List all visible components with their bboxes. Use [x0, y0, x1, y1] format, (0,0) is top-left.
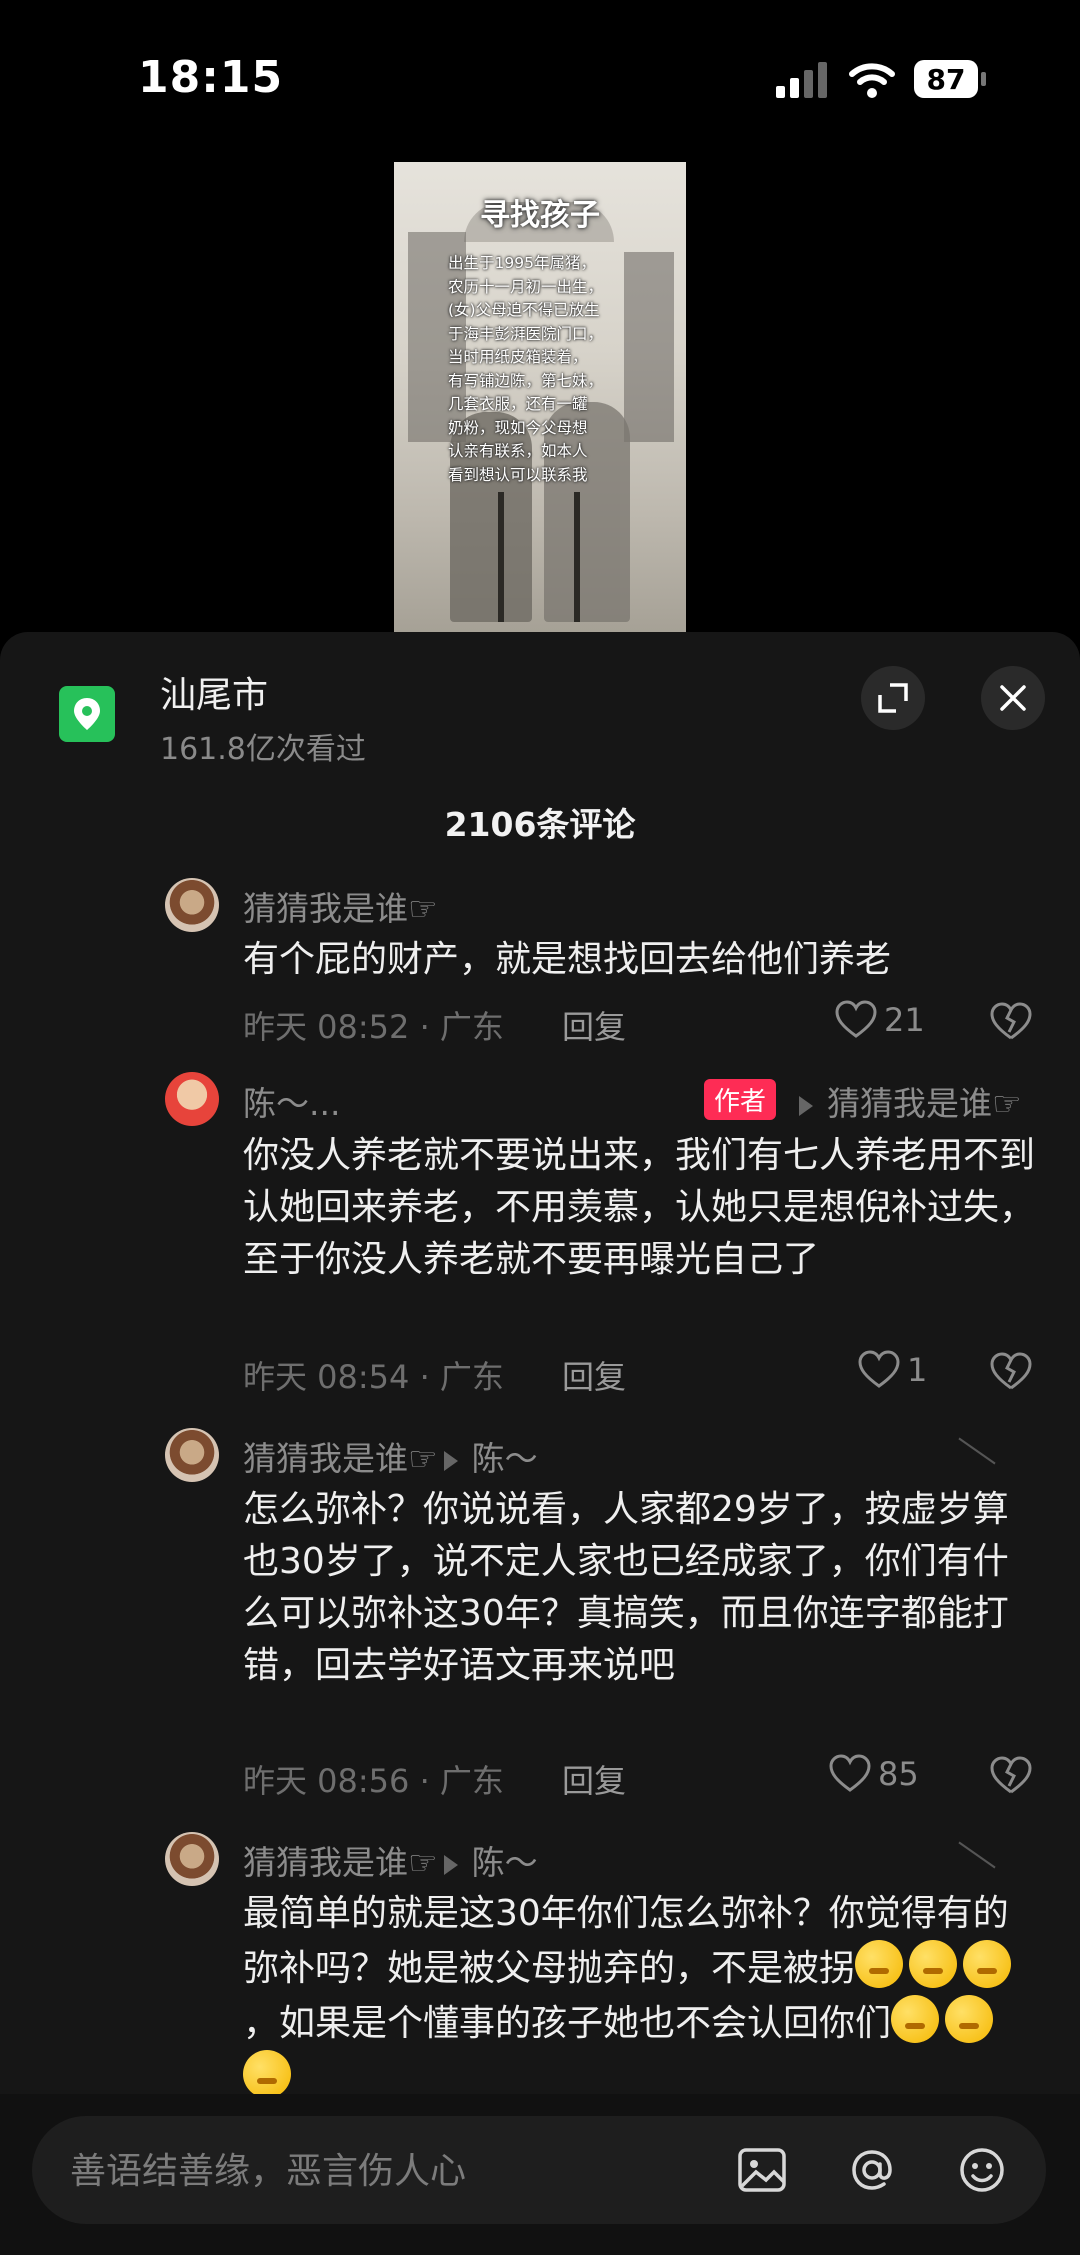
avatar[interactable]: [165, 1072, 219, 1126]
comment-text: 有个屁的财产，就是想找回去给他们养老: [243, 939, 892, 980]
reply-button[interactable]: 回复: [562, 1352, 626, 1398]
video-poster[interactable]: 寻找孩子 出生于1995年属猪， 农历十一月初一出生， (女)父母迫不得已放生 …: [394, 162, 686, 632]
username-text: 猜猜我是谁☞: [243, 1843, 438, 1882]
comment-input-container[interactable]: [32, 2116, 1046, 2224]
comment-text: 怎么弥补？你说说看，人家都29岁了，按虚岁算也30岁了，说不定人家也已经成家了，…: [243, 1489, 1009, 1686]
dislike-icon[interactable]: [989, 1352, 1033, 1392]
comment-username[interactable]: 陈～...: [243, 1077, 340, 1125]
comment-text: 你没人养老就不要说出来，我们有七人养老用不到认她回来养老，不用羡慕，认她只是想倪…: [243, 1135, 1036, 1280]
reply-to-name: 陈～: [471, 1439, 538, 1478]
poster-title: 寻找孩子: [480, 198, 600, 233]
heart-icon: [835, 1000, 877, 1038]
reply-arrow-icon: [799, 1095, 813, 1116]
divider-mark: [958, 1841, 996, 1869]
sleepy-emoji-icon: [909, 1940, 958, 1988]
comment-meta: 昨天 08:54 · 广东: [243, 1358, 504, 1396]
poster-text: 出生于1995年属猪， 农历十一月初一出生， (女)父母迫不得已放生 于海丰彭湃…: [448, 254, 604, 484]
heart-icon: [858, 1350, 900, 1388]
sleepy-emoji-icon: [243, 2050, 291, 2098]
battery-level: 87: [914, 60, 978, 98]
expand-icon: [878, 683, 908, 713]
image-icon[interactable]: [734, 2142, 790, 2198]
username-text: 猜猜我是谁☞: [243, 1439, 438, 1478]
close-button[interactable]: [981, 666, 1045, 730]
reply-to-name: 猜猜我是谁☞: [827, 1084, 1022, 1123]
reply-to-target[interactable]: 猜猜我是谁☞: [793, 1077, 1022, 1125]
avatar[interactable]: [165, 878, 219, 932]
like-button[interactable]: 21: [834, 1000, 925, 1040]
sleepy-emoji-icon: [945, 1995, 994, 2043]
location-pin-icon: [59, 686, 115, 742]
location-views: 161.8亿次看过: [160, 732, 366, 767]
status-time: 18:15: [138, 52, 284, 103]
comment-text: 最简单的就是这30年你们怎么弥补？你觉得有的弥补吗？她是被父母抛弃的，不是被拐，…: [243, 1888, 1043, 2105]
comment-text-part: ，如果是个懂事的孩子她也不会认回你们: [243, 2003, 892, 2044]
expand-button[interactable]: [861, 666, 925, 730]
comment-count: 2106条评论: [444, 805, 636, 844]
divider-mark: [958, 1437, 996, 1465]
emoji-icon[interactable]: [954, 2142, 1010, 2198]
dislike-icon[interactable]: [989, 1756, 1033, 1796]
location-title[interactable]: 汕尾市: [160, 666, 268, 718]
avatar[interactable]: [165, 1428, 219, 1482]
heart-icon: [829, 1754, 871, 1792]
sleepy-emoji-icon: [855, 1940, 904, 1988]
comment-meta: 昨天 08:56 · 广东: [243, 1762, 504, 1800]
at-mention-icon[interactable]: [844, 2142, 900, 2198]
comment-username[interactable]: 猜猜我是谁☞ 陈～: [243, 1432, 538, 1480]
reply-arrow-icon: [443, 1854, 458, 1875]
reply-button[interactable]: 回复: [562, 1756, 626, 1802]
like-count: 85: [878, 1755, 919, 1793]
comment-input-bar: [0, 2094, 1080, 2255]
avatar[interactable]: [165, 1832, 219, 1886]
status-bar: 18:15 87: [0, 0, 1080, 160]
cellular-signal-icon: [776, 62, 827, 98]
author-badge: 作者: [704, 1079, 777, 1120]
comment-username[interactable]: 猜猜我是谁☞ 陈～: [243, 1836, 538, 1884]
sleepy-emoji-icon: [891, 1995, 940, 2043]
like-count: 21: [884, 1001, 925, 1039]
comment-username[interactable]: 猜猜我是谁☞: [243, 882, 438, 930]
battery-indicator: 87: [914, 60, 988, 100]
reply-to-name: 陈～: [471, 1843, 538, 1882]
dislike-icon[interactable]: [989, 1002, 1033, 1042]
reply-arrow-icon: [443, 1450, 458, 1471]
close-icon: [1000, 685, 1026, 711]
like-count: 1: [907, 1351, 928, 1389]
sleepy-emoji-icon: [963, 1940, 1012, 1988]
comment-meta: 昨天 08:52 · 广东: [243, 1008, 504, 1046]
comments-sheet: 汕尾市 161.8亿次看过 2106条评论 猜猜我是谁☞ 有个屁的财产，就是想找…: [0, 632, 1080, 2255]
reply-button[interactable]: 回复: [562, 1002, 626, 1048]
like-button[interactable]: 85: [828, 1754, 919, 1794]
comment-input[interactable]: [68, 2140, 712, 2202]
wifi-icon: [849, 63, 895, 98]
like-button[interactable]: 1: [857, 1350, 927, 1390]
